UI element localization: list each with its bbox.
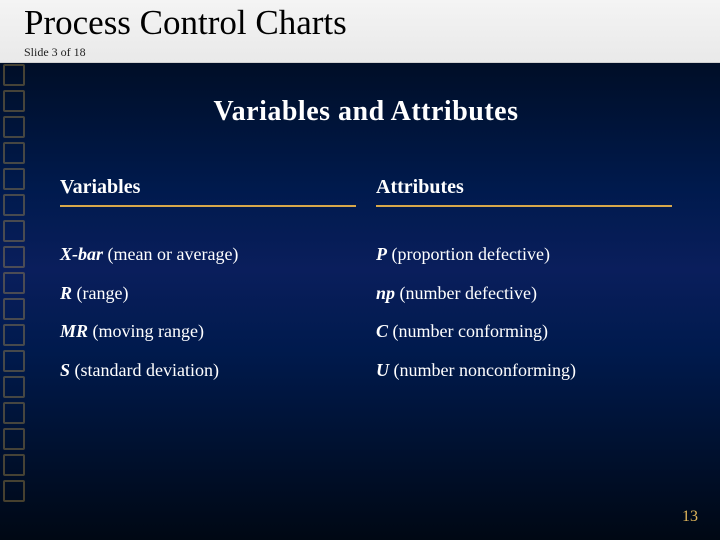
section-title: Variables and Attributes bbox=[60, 96, 672, 128]
column-heading-attributes: Attributes bbox=[376, 176, 672, 207]
list-item: np (number defective) bbox=[376, 282, 672, 305]
column-attributes: Attributes P (proportion defective) np (… bbox=[376, 176, 672, 397]
attributes-list: P (proportion defective) np (number defe… bbox=[376, 243, 672, 381]
columns: Variables X-bar (mean or average) R (ran… bbox=[60, 176, 672, 397]
column-heading-variables: Variables bbox=[60, 176, 356, 207]
list-item: S (standard deviation) bbox=[60, 359, 356, 382]
column-variables: Variables X-bar (mean or average) R (ran… bbox=[60, 176, 356, 397]
list-item: U (number nonconforming) bbox=[376, 359, 672, 382]
variables-list: X-bar (mean or average) R (range) MR (mo… bbox=[60, 243, 356, 381]
list-item: P (proportion defective) bbox=[376, 243, 672, 266]
list-item: R (range) bbox=[60, 282, 356, 305]
list-item: MR (moving range) bbox=[60, 320, 356, 343]
list-item: C (number conforming) bbox=[376, 320, 672, 343]
page-title: Process Control Charts bbox=[24, 4, 714, 43]
slide-counter: Slide 3 of 18 bbox=[24, 45, 714, 60]
slide-content: Variables and Attributes Variables X-bar… bbox=[0, 60, 720, 540]
list-item: X-bar (mean or average) bbox=[60, 243, 356, 266]
header-bar: Process Control Charts Slide 3 of 18 bbox=[0, 0, 720, 63]
